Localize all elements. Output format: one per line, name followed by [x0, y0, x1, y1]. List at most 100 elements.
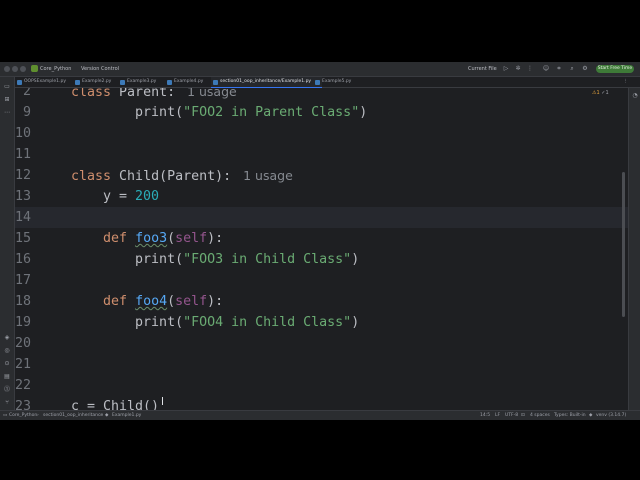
- code-line[interactable]: 13 y = 200: [15, 186, 628, 207]
- code-line[interactable]: 2 class Parent: 1 usage: [15, 88, 628, 102]
- left-tool-window-strip: ▭ ⊞ ⋯ ◈ ◎ ⊙ ▤ ⓵ ⑂: [0, 77, 15, 410]
- usage-hint[interactable]: 1 usage: [183, 88, 237, 99]
- tab-oopsexample1[interactable]: OOPSExample1.py: [15, 77, 82, 87]
- code-token: print(: [71, 252, 184, 267]
- run-icon[interactable]: ▷: [502, 65, 510, 73]
- code-token: (: [167, 294, 176, 309]
- tab-example4[interactable]: Example4.py: [165, 77, 216, 87]
- breadcrumb-project[interactable]: Core_Python: [9, 411, 37, 420]
- project-tool-icon[interactable]: ▭: [3, 83, 11, 91]
- code-token: Child(Parent):: [119, 169, 240, 184]
- code-line[interactable]: 9 print("FOO2 in Parent Class"): [15, 102, 628, 123]
- close-window-button[interactable]: [4, 66, 10, 72]
- breadcrumb-folder[interactable]: section01_oop_inheritance: [43, 411, 103, 420]
- code-line[interactable]: 14: [15, 207, 628, 228]
- code-token: (: [167, 231, 176, 246]
- code-line[interactable]: 10: [15, 123, 628, 144]
- python-file-icon: [75, 80, 80, 85]
- line-number: 20: [15, 336, 32, 351]
- tab-label: Example4.py: [174, 79, 204, 84]
- breadcrumb-file[interactable]: Example1.py: [112, 411, 141, 420]
- code-line[interactable]: 19 print("FOO4 in Child Class"): [15, 312, 628, 333]
- start-free-time-button[interactable]: Start Free Time: [596, 65, 634, 73]
- python-interpreter[interactable]: venv (3.14.7): [596, 411, 626, 420]
- tab-overflow-icon[interactable]: ⋮: [623, 77, 631, 87]
- project-icon: [31, 65, 38, 72]
- terminal-icon[interactable]: ▤: [3, 373, 11, 381]
- tab-example3[interactable]: Example3.py: [118, 77, 167, 87]
- caret-position[interactable]: 14:5: [480, 411, 490, 420]
- code-token: def: [103, 231, 136, 246]
- code-line[interactable]: 16 print("FOO3 in Child Class"): [15, 249, 628, 270]
- code-token: self: [175, 231, 208, 246]
- ide-window: Core_Python Version Control Current File…: [0, 62, 640, 420]
- line-number: 13: [15, 189, 32, 204]
- python-file-icon: [213, 80, 218, 85]
- tab-example2[interactable]: Example2.py: [73, 77, 122, 87]
- more-tools-icon[interactable]: ⋯: [3, 109, 11, 117]
- editor-tab-bar: OOPSExample1.py Example2.py Example3.py …: [15, 77, 640, 88]
- code-token: ):: [207, 294, 224, 309]
- text-cursor: [162, 397, 163, 405]
- git-icon[interactable]: ⑂: [3, 399, 11, 407]
- debug-icon[interactable]: ✲: [514, 65, 522, 73]
- indent-setting[interactable]: 4 spaces: [530, 411, 550, 420]
- tab-example5[interactable]: Example5.py: [313, 77, 362, 87]
- usage-hint[interactable]: 1 usage: [239, 168, 293, 183]
- version-control-menu[interactable]: Version Control: [81, 64, 119, 74]
- python-file-icon: [315, 80, 320, 85]
- code-editor[interactable]: 2 class Parent: 1 usage 9 print("FOO2 in P…: [15, 88, 628, 410]
- code-token: ):: [207, 231, 224, 246]
- warning-count: 1: [596, 90, 600, 96]
- code-text: print("FOO2 in Parent Class"): [71, 102, 367, 123]
- line-number: 14: [15, 210, 32, 225]
- code-line[interactable]: 20: [15, 333, 628, 354]
- code-line[interactable]: 22: [15, 375, 628, 396]
- code-line[interactable]: 17: [15, 270, 628, 291]
- code-line[interactable]: 18 def foo4(self):: [15, 291, 628, 312]
- tab-label: Example5.py: [322, 79, 352, 84]
- type-checking-mode[interactable]: Types: Built-in: [554, 411, 586, 420]
- python-console-icon[interactable]: ◎: [3, 347, 11, 355]
- settings-gear-icon[interactable]: ⚙: [581, 65, 589, 73]
- tab-section01-example1[interactable]: section01_oop_inheritance/Example1.py: [211, 77, 322, 88]
- code-line[interactable]: 15 def foo3(self):: [15, 228, 628, 249]
- code-line[interactable]: 23 c = Child(): [15, 396, 628, 410]
- profile-icon[interactable]: ☺: [542, 65, 550, 73]
- code-text: def foo4(self):: [71, 291, 223, 312]
- tab-label: section01_oop_inheritance/Example1.py: [220, 79, 312, 84]
- lock-icon[interactable]: ⊡: [521, 411, 525, 420]
- code-token: ): [351, 252, 360, 267]
- notifications-icon[interactable]: ◔: [631, 92, 639, 100]
- breadcrumb-separator: ›: [37, 413, 39, 418]
- code-line[interactable]: 12 class Child(Parent): 1 usage: [15, 165, 628, 186]
- code-line[interactable]: 11: [15, 144, 628, 165]
- title-bar: Core_Python Version Control Current File…: [0, 62, 640, 77]
- line-number: 10: [15, 126, 32, 141]
- more-actions-icon[interactable]: ⋮: [526, 65, 534, 73]
- code-text: class Child(Parent): 1 usage: [71, 165, 293, 187]
- code-token: def: [103, 294, 136, 309]
- minimize-window-button[interactable]: [12, 66, 18, 72]
- breadcrumb-project-icon: ▭: [3, 413, 8, 418]
- search-icon[interactable]: ⌕: [568, 65, 576, 73]
- zoom-window-button[interactable]: [20, 66, 26, 72]
- inspection-widget[interactable]: ⚠1 ✓1: [592, 90, 609, 96]
- line-separator[interactable]: LF: [495, 411, 500, 420]
- file-encoding[interactable]: UTF-8: [505, 411, 518, 420]
- structure-tool-icon[interactable]: ⊞: [3, 96, 11, 104]
- python-packages-icon[interactable]: ◈: [3, 334, 11, 342]
- code-line[interactable]: 21: [15, 354, 628, 375]
- code-token: y =: [71, 189, 136, 204]
- run-configuration-selector[interactable]: Current File: [468, 64, 497, 74]
- problems-icon[interactable]: ⓵: [3, 386, 11, 394]
- code-text: print("FOO4 in Child Class"): [71, 312, 359, 333]
- project-selector[interactable]: Core_Python: [40, 64, 71, 74]
- editor-scrollbar-thumb[interactable]: [622, 172, 625, 317]
- translate-icon[interactable]: ⌗: [555, 65, 563, 73]
- line-number: 16: [15, 252, 32, 267]
- services-icon[interactable]: ⊙: [3, 360, 11, 368]
- tab-label: Example2.py: [82, 79, 112, 84]
- line-number: 9: [22, 105, 31, 120]
